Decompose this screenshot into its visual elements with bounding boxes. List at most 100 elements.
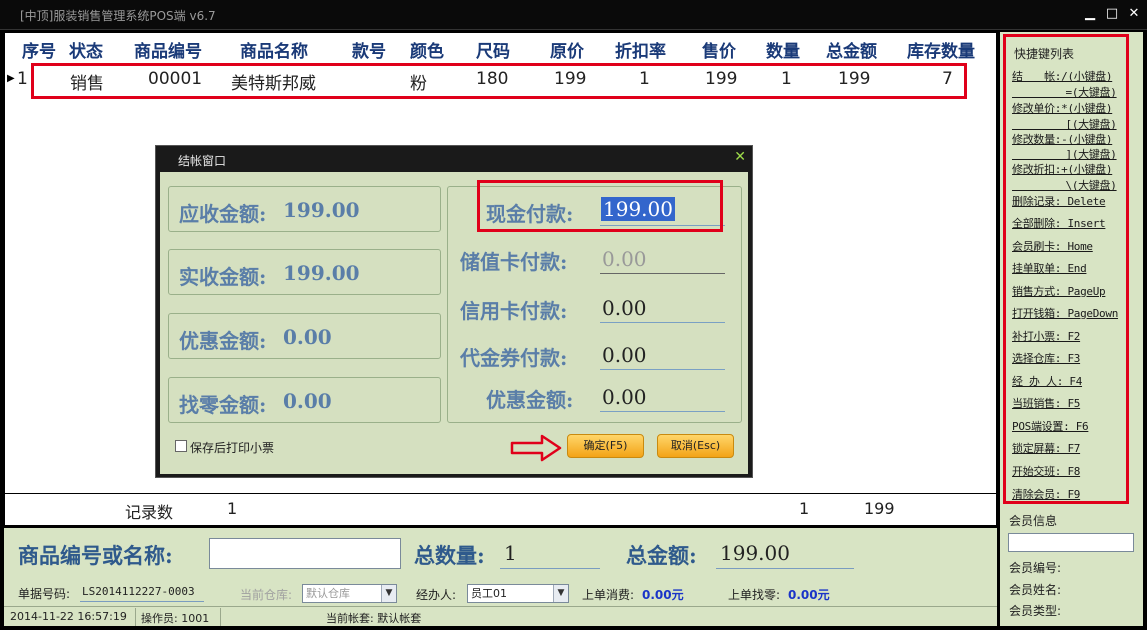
- close-button[interactable]: ✕: [1124, 4, 1144, 24]
- voucher-input[interactable]: 0.00: [602, 343, 647, 367]
- confirm-button[interactable]: 确定(F5): [567, 434, 644, 458]
- receivable-panel: 应收金额: 199.00: [168, 186, 441, 232]
- card-label: 储值卡付款:: [460, 250, 568, 274]
- shortcut-delete: 删除记录: Delete: [1012, 195, 1106, 208]
- shortcut-sale-mode: 销售方式: PageUp: [1012, 285, 1106, 298]
- dialog-close-icon[interactable]: ✕: [734, 149, 746, 165]
- statusbar-divider: [4, 606, 997, 607]
- change-panel: 找零金额: 0.00: [168, 377, 441, 423]
- voucher-label: 代金券付款:: [460, 346, 568, 370]
- discount2-label: 优惠金额:: [486, 388, 574, 412]
- shortcut-edit-qty: 修改数量:-(小键盘): [1012, 133, 1113, 146]
- cell-index: 1: [17, 69, 28, 89]
- row-highlight-box: [31, 63, 967, 99]
- shortcut-edit-discount-alt: \(大键盘): [1012, 179, 1117, 192]
- warehouse-select[interactable]: 默认仓库 ▼: [302, 584, 397, 603]
- summary-label: 记录数: [125, 503, 174, 522]
- last-spend-value: 0.00元: [642, 588, 684, 602]
- cancel-button[interactable]: 取消(Esc): [657, 434, 734, 458]
- dropdown-arrow-icon: ▼: [381, 585, 396, 602]
- received-label: 实收金额:: [179, 265, 267, 289]
- last-spend-label: 上单消费:: [582, 588, 635, 602]
- credit-label: 信用卡付款:: [460, 299, 568, 323]
- shortcut-edit-price: 修改单价:*(小键盘): [1012, 102, 1113, 115]
- shortcut-edit-qty-alt: ](大键盘): [1012, 148, 1117, 161]
- member-name-label: 会员姓名:: [1009, 583, 1062, 597]
- col-header-orig-price: 原价: [550, 42, 584, 62]
- discount2-underline: [600, 411, 725, 412]
- col-header-total: 总金额: [826, 42, 877, 62]
- shortcut-checkout: 结 帐:/(小键盘): [1012, 70, 1113, 83]
- total-amount-underline: [716, 568, 854, 569]
- shortcut-list: 快捷键列表 结 帐:/(小键盘) =(大键盘) 修改单价:*(小键盘) [(大键…: [1003, 34, 1129, 504]
- total-amount-value: 199.00: [720, 541, 790, 565]
- order-no-value: LS2014112227-0003: [82, 585, 195, 598]
- status-account: 当前帐套: 默认帐套: [326, 612, 422, 625]
- received-value: 199.00: [283, 261, 360, 285]
- member-info-title: 会员信息: [1009, 514, 1058, 528]
- shortcut-reprint: 补打小票: F2: [1012, 330, 1081, 343]
- shortcut-delete-all: 全部删除: Insert: [1012, 217, 1106, 230]
- last-change-label: 上单找零:: [728, 588, 781, 602]
- dialog-title: 结帐窗口: [178, 154, 227, 168]
- discount2-input[interactable]: 0.00: [602, 385, 647, 409]
- shortcut-edit-price-alt: [(大键盘): [1012, 118, 1117, 131]
- minimize-button[interactable]: ▁: [1080, 4, 1100, 24]
- status-operator: 操作员: 1001: [141, 612, 210, 625]
- total-qty-label: 总数量:: [414, 543, 485, 568]
- print-receipt-label: 保存后打印小票: [190, 441, 275, 455]
- order-no-underline: [80, 601, 204, 602]
- checkout-dialog: 结帐窗口 ✕ 应收金额: 199.00 实收金额: 199.00 优惠金额: 0…: [155, 145, 753, 478]
- warehouse-label: 当前仓库:: [240, 588, 293, 602]
- summary-divider: [5, 493, 998, 494]
- search-input[interactable]: [209, 538, 401, 569]
- handler-select[interactable]: 员工01 ▼: [467, 584, 569, 603]
- search-label: 商品编号或名称:: [18, 543, 173, 568]
- member-card-input[interactable]: [1008, 533, 1134, 552]
- row-indicator-icon: ▶: [7, 73, 15, 84]
- shortcut-edit-discount: 修改折扣:+(小键盘): [1012, 163, 1113, 176]
- total-qty-underline: [500, 568, 600, 569]
- maximize-button[interactable]: □: [1102, 4, 1122, 24]
- shortcut-member-card: 会员刷卡: Home: [1012, 240, 1093, 253]
- shortcut-lock-screen: 锁定屏幕: F7: [1012, 442, 1081, 455]
- col-header-status: 状态: [69, 42, 103, 62]
- print-receipt-checkbox[interactable]: [175, 440, 187, 452]
- col-header-qty: 数量: [766, 42, 800, 62]
- discount-value: 0.00: [283, 325, 332, 349]
- credit-underline: [600, 322, 725, 323]
- title-bar: [中顶]服装销售管理系统POS端 v6.7 ▁ □ ✕: [0, 0, 1147, 30]
- col-header-stock: 库存数量: [907, 42, 975, 62]
- member-type-label: 会员类型:: [1009, 604, 1062, 616]
- dialog-body: 应收金额: 199.00 实收金额: 199.00 优惠金额: 0.00 找零金…: [160, 172, 748, 474]
- summary-count: 1: [227, 499, 238, 518]
- shortcut-title: 快捷键列表: [1014, 47, 1075, 61]
- shortcut-hold-order: 挂单取单: End: [1012, 262, 1087, 275]
- member-id-label: 会员编号:: [1009, 561, 1062, 575]
- shortcut-shift-sales: 当班销售: F5: [1012, 397, 1081, 410]
- col-header-name: 商品名称: [240, 42, 308, 62]
- discount-panel: 优惠金额: 0.00: [168, 313, 441, 359]
- statusbar-separator: [135, 608, 136, 626]
- summary-total: 199: [864, 499, 895, 518]
- shortcut-pos-settings: POS端设置: F6: [1012, 420, 1089, 433]
- receivable-label: 应收金额:: [179, 202, 267, 226]
- total-amount-label: 总金额:: [626, 543, 697, 568]
- col-header-color: 颜色: [410, 42, 444, 62]
- credit-input[interactable]: 0.00: [602, 296, 647, 320]
- col-header-style: 款号: [352, 42, 386, 62]
- status-datetime: 2014-11-22 16:57:19: [10, 610, 127, 623]
- col-header-discount: 折扣率: [615, 42, 666, 62]
- received-panel: 实收金额: 199.00: [168, 249, 441, 295]
- card-input[interactable]: 0.00: [602, 247, 647, 271]
- order-no-label: 单据号码:: [18, 587, 71, 601]
- dropdown-arrow-icon: ▼: [553, 585, 568, 602]
- summary-qty: 1: [799, 499, 810, 518]
- voucher-underline: [600, 369, 725, 370]
- change-value: 0.00: [283, 389, 332, 413]
- shortcut-handler: 经 办 人: F4: [1012, 375, 1083, 388]
- col-header-index: 序号: [22, 42, 56, 62]
- col-header-price: 售价: [702, 42, 736, 62]
- shortcut-warehouse: 选择仓库: F3: [1012, 352, 1081, 365]
- receivable-value: 199.00: [283, 198, 360, 222]
